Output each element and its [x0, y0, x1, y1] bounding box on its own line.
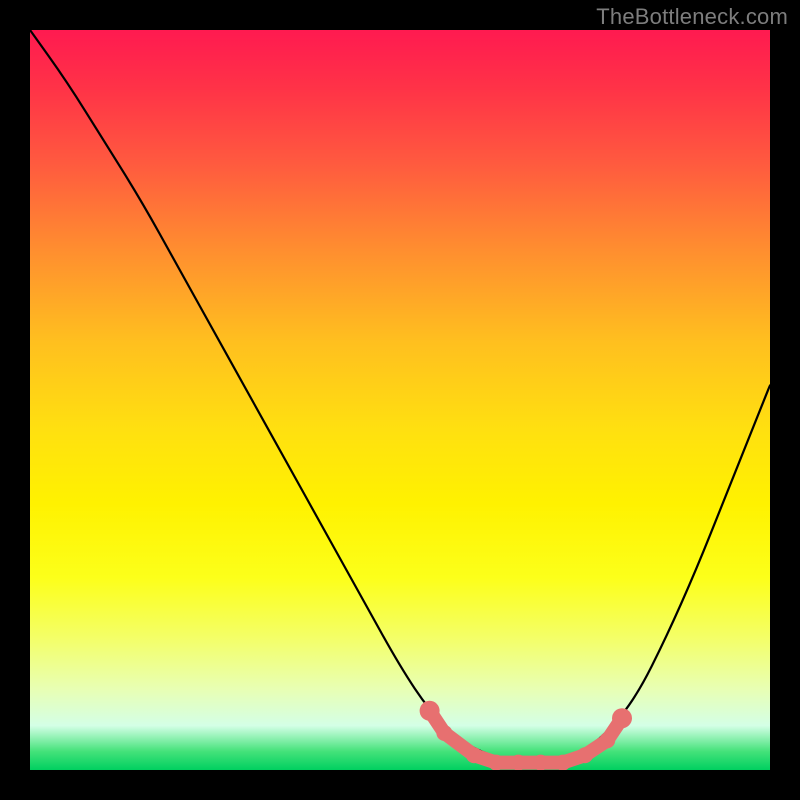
watermark-text: TheBottleneck.com — [596, 4, 788, 30]
optimal-range-stroke — [430, 711, 622, 763]
optimal-marker — [533, 755, 549, 770]
chart-frame: TheBottleneck.com — [0, 0, 800, 800]
bottleneck-curve-line — [30, 30, 770, 763]
optimal-marker — [436, 725, 452, 741]
optimal-marker — [420, 701, 440, 721]
chart-svg — [30, 30, 770, 770]
optimal-marker — [488, 755, 504, 770]
optimal-marker — [599, 732, 615, 748]
chart-plot-area — [30, 30, 770, 770]
optimal-marker — [577, 747, 593, 763]
optimal-marker — [466, 747, 482, 763]
optimal-marker — [612, 708, 632, 728]
optimal-range-markers — [420, 701, 632, 770]
optimal-marker — [510, 755, 526, 770]
optimal-marker — [555, 755, 571, 770]
